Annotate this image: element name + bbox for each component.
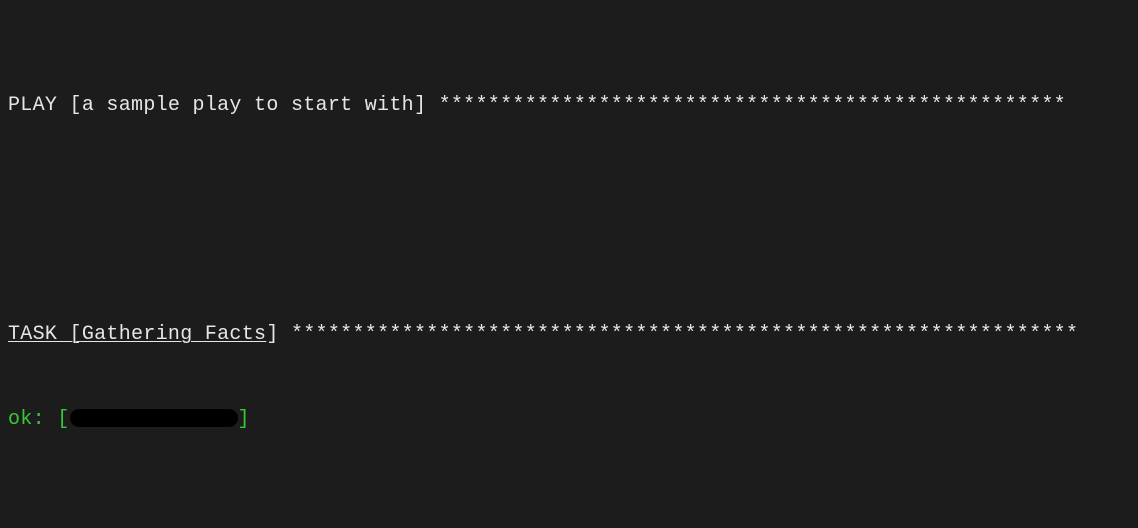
play-header-suffix: ] xyxy=(414,94,439,117)
task-gather-header-row: TASK [Gathering Facts] *****************… xyxy=(8,321,1130,350)
blank-line xyxy=(8,521,1130,528)
task-gather-result-prefix: ok: [ xyxy=(8,408,70,431)
play-header-prefix: PLAY [ xyxy=(8,94,82,117)
blank-line xyxy=(8,206,1130,235)
redacted-host xyxy=(70,409,238,427)
task-gather-asterisks: ****************************************… xyxy=(291,323,1078,346)
task-header-suffix: ] xyxy=(266,323,291,346)
play-asterisks: ****************************************… xyxy=(439,94,1066,117)
task-header-prefix: TASK [ xyxy=(8,323,82,346)
play-header-row: PLAY [a sample play to start with] *****… xyxy=(8,92,1130,121)
terminal-output: PLAY [a sample play to start with] *****… xyxy=(0,0,1138,528)
task-gather-name: Gathering Facts xyxy=(82,323,267,346)
play-name: a sample play to start with xyxy=(82,94,414,117)
task-gather-result-row: ok: [] xyxy=(8,406,1130,435)
task-gather-result-suffix: ] xyxy=(238,408,250,431)
